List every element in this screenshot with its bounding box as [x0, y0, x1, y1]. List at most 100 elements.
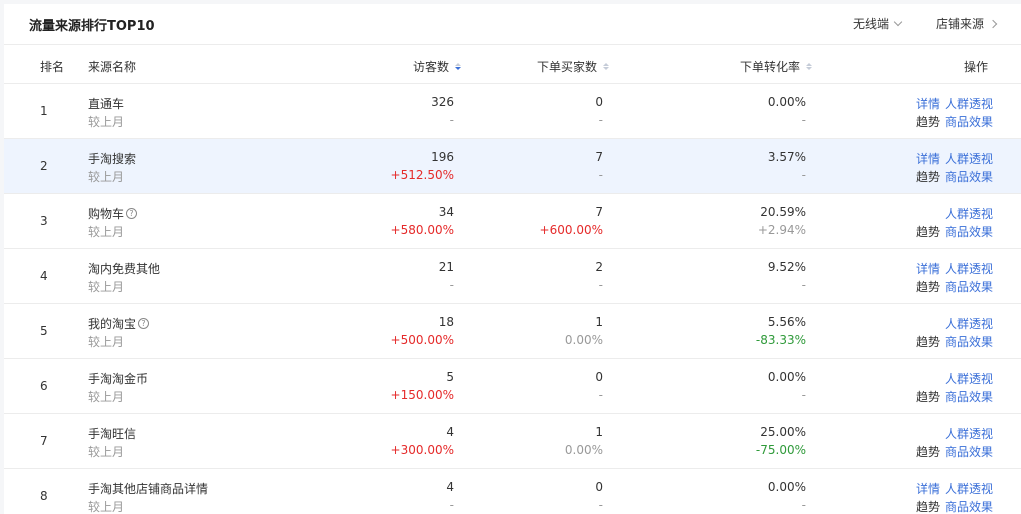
col-buyers[interactable]: 下单买家数: [537, 58, 610, 75]
conversion-value: 0.00%: [767, 480, 806, 494]
crowd-view-link[interactable]: 人群透视: [945, 425, 993, 442]
table-row[interactable]: 6 手淘淘金币 较上月 5 +150.00% 0 - 0.00% - 人群透视 …: [4, 359, 1021, 414]
source-name: 手淘旺信: [88, 425, 136, 442]
row-actions-top: 详情 人群透视: [916, 95, 993, 112]
sort-caret-icon[interactable]: [455, 63, 462, 70]
goods-effect-link[interactable]: 商品效果: [945, 223, 993, 240]
source-label: 直通车: [88, 97, 125, 111]
question-circle-icon[interactable]: ?: [126, 208, 138, 219]
trend-link[interactable]: 趋势: [916, 223, 940, 240]
goods-effect-link[interactable]: 商品效果: [945, 443, 993, 460]
col-visitors[interactable]: 访客数: [413, 58, 462, 75]
trend-link[interactable]: 趋势: [916, 388, 940, 405]
compare-label: 较上月: [88, 335, 125, 349]
panel-title: 流量来源排行TOP10: [29, 19, 155, 34]
buyers-value: 0: [595, 480, 603, 494]
table-row[interactable]: 4 淘内免费其他 较上月 21 - 2 - 9.52% - 详情 人群透视 趋势商…: [4, 249, 1021, 304]
visitors-change: +512.50%: [390, 168, 454, 182]
source-label: 手淘其他店铺商品详情: [88, 482, 209, 496]
compare-label: 较上月: [88, 280, 125, 294]
goods-effect-link[interactable]: 商品效果: [945, 388, 993, 405]
sort-caret-icon[interactable]: [806, 63, 813, 70]
trend-link[interactable]: 趋势: [916, 498, 940, 514]
chevron-down-icon: [893, 17, 903, 26]
source-label: 手淘搜索: [88, 152, 137, 166]
store-source-link[interactable]: 店铺来源: [936, 15, 998, 32]
chevron-right-icon: [988, 19, 998, 28]
visitors-value: 326: [431, 95, 454, 109]
source-name: 我的淘宝?: [88, 315, 150, 332]
detail-link[interactable]: 详情: [916, 150, 940, 167]
buyers-change: -: [598, 278, 603, 292]
question-circle-icon[interactable]: ?: [138, 318, 150, 329]
buyers-change: +600.00%: [539, 223, 603, 237]
conversion-value: 0.00%: [767, 95, 806, 109]
crowd-view-link[interactable]: 人群透视: [945, 95, 993, 112]
source-name: 购物车?: [88, 205, 138, 222]
rank-cell: 1: [40, 104, 48, 118]
detail-link[interactable]: 详情: [916, 260, 940, 277]
crowd-view-link[interactable]: 人群透视: [945, 315, 993, 332]
table-row[interactable]: 5 我的淘宝? 较上月 18 +500.00% 1 0.00% 5.56% -8…: [4, 304, 1021, 359]
table-row[interactable]: 7 手淘旺信 较上月 4 +300.00% 1 0.00% 25.00% -75…: [4, 414, 1021, 469]
conversion-change: -75.00%: [755, 443, 806, 457]
col-source: 来源名称: [88, 60, 137, 74]
buyers-value: 2: [595, 260, 603, 274]
trend-link[interactable]: 趋势: [916, 278, 940, 295]
table-row[interactable]: 1 直通车 较上月 326 - 0 - 0.00% - 详情 人群透视 趋势 商品效…: [4, 84, 1021, 139]
col-conversion-label: 下单转化率: [740, 60, 801, 74]
conversion-change: -: [801, 113, 806, 127]
buyers-value: 0: [595, 370, 603, 384]
table-row[interactable]: 2 手淘搜索 较上月 196 +512.50% 7 - 3.57% - 详情 人群…: [4, 139, 1021, 194]
conversion-value: 25.00%: [760, 425, 806, 439]
source-name: 直通车: [88, 95, 124, 112]
row-actions-top: 详情 人群透视: [916, 150, 993, 167]
source-label: 淘内免费其他: [88, 262, 161, 276]
conversion-change: -: [801, 498, 806, 512]
crowd-view-link[interactable]: 人群透视: [945, 150, 993, 167]
visitors-change: +300.00%: [390, 443, 454, 457]
sort-caret-icon[interactable]: [603, 63, 610, 70]
trend-link[interactable]: 趋势: [916, 333, 940, 350]
crowd-view-link[interactable]: 人群透视: [945, 260, 993, 277]
visitors-change: +150.00%: [390, 388, 454, 402]
conversion-change: -83.33%: [755, 333, 806, 347]
rank-cell: 4: [40, 269, 48, 283]
goods-effect-link[interactable]: 商品效果: [945, 113, 993, 130]
table-row[interactable]: 3 购物车? 较上月 34 +580.00% 7 +600.00% 20.59%…: [4, 194, 1021, 249]
goods-effect-link[interactable]: 商品效果: [945, 498, 993, 514]
table-header: 排名 来源名称 访客数 下单买家数 下单转化率 操作: [4, 46, 1021, 84]
crowd-view-link[interactable]: 人群透视: [945, 205, 993, 222]
rank-cell: 3: [40, 214, 48, 228]
buyers-value: 1: [595, 315, 603, 329]
detail-link[interactable]: 详情: [916, 95, 940, 112]
source-name: 手淘其他店铺商品详情: [88, 480, 208, 497]
goods-effect-link[interactable]: 商品效果: [945, 333, 993, 350]
goods-effect-link[interactable]: 商品效果: [945, 278, 993, 295]
conversion-value: 0.00%: [767, 370, 806, 384]
goods-effect-link[interactable]: 商品效果: [945, 168, 993, 185]
source-label: 手淘旺信: [88, 427, 137, 441]
visitors-value: 196: [431, 150, 454, 164]
trend-link[interactable]: 趋势: [916, 113, 940, 130]
traffic-source-panel: 流量来源排行TOP10 无线端 店铺来源 排名 来源名称 访客数 下单买家数 下…: [4, 4, 1021, 514]
crowd-view-link[interactable]: 人群透视: [945, 370, 993, 387]
table-row[interactable]: 8 手淘其他店铺商品详情 较上月 4 - 0 - 0.00% - 详情 人群透视 …: [4, 469, 1021, 514]
device-filter-dropdown[interactable]: 无线端: [853, 15, 903, 32]
row-actions-top: 详情 人群透视: [916, 260, 993, 277]
detail-link[interactable]: 详情: [916, 480, 940, 497]
trend-link[interactable]: 趋势: [916, 443, 940, 460]
buyers-change: -: [598, 498, 603, 512]
buyers-value: 7: [595, 150, 603, 164]
row-actions-bottom: 趋势 商品效果: [916, 168, 993, 185]
crowd-view-link[interactable]: 人群透视: [945, 480, 993, 497]
compare-label: 较上月: [88, 170, 125, 184]
rank-cell: 2: [40, 159, 48, 173]
col-conversion[interactable]: 下单转化率: [740, 58, 813, 75]
conversion-value: 9.52%: [767, 260, 806, 274]
visitors-change: +580.00%: [390, 223, 454, 237]
rank-cell: 8: [40, 489, 48, 503]
trend-link[interactable]: 趋势: [916, 168, 940, 185]
visitors-value: 4: [446, 425, 454, 439]
visitors-value: 4: [446, 480, 454, 494]
